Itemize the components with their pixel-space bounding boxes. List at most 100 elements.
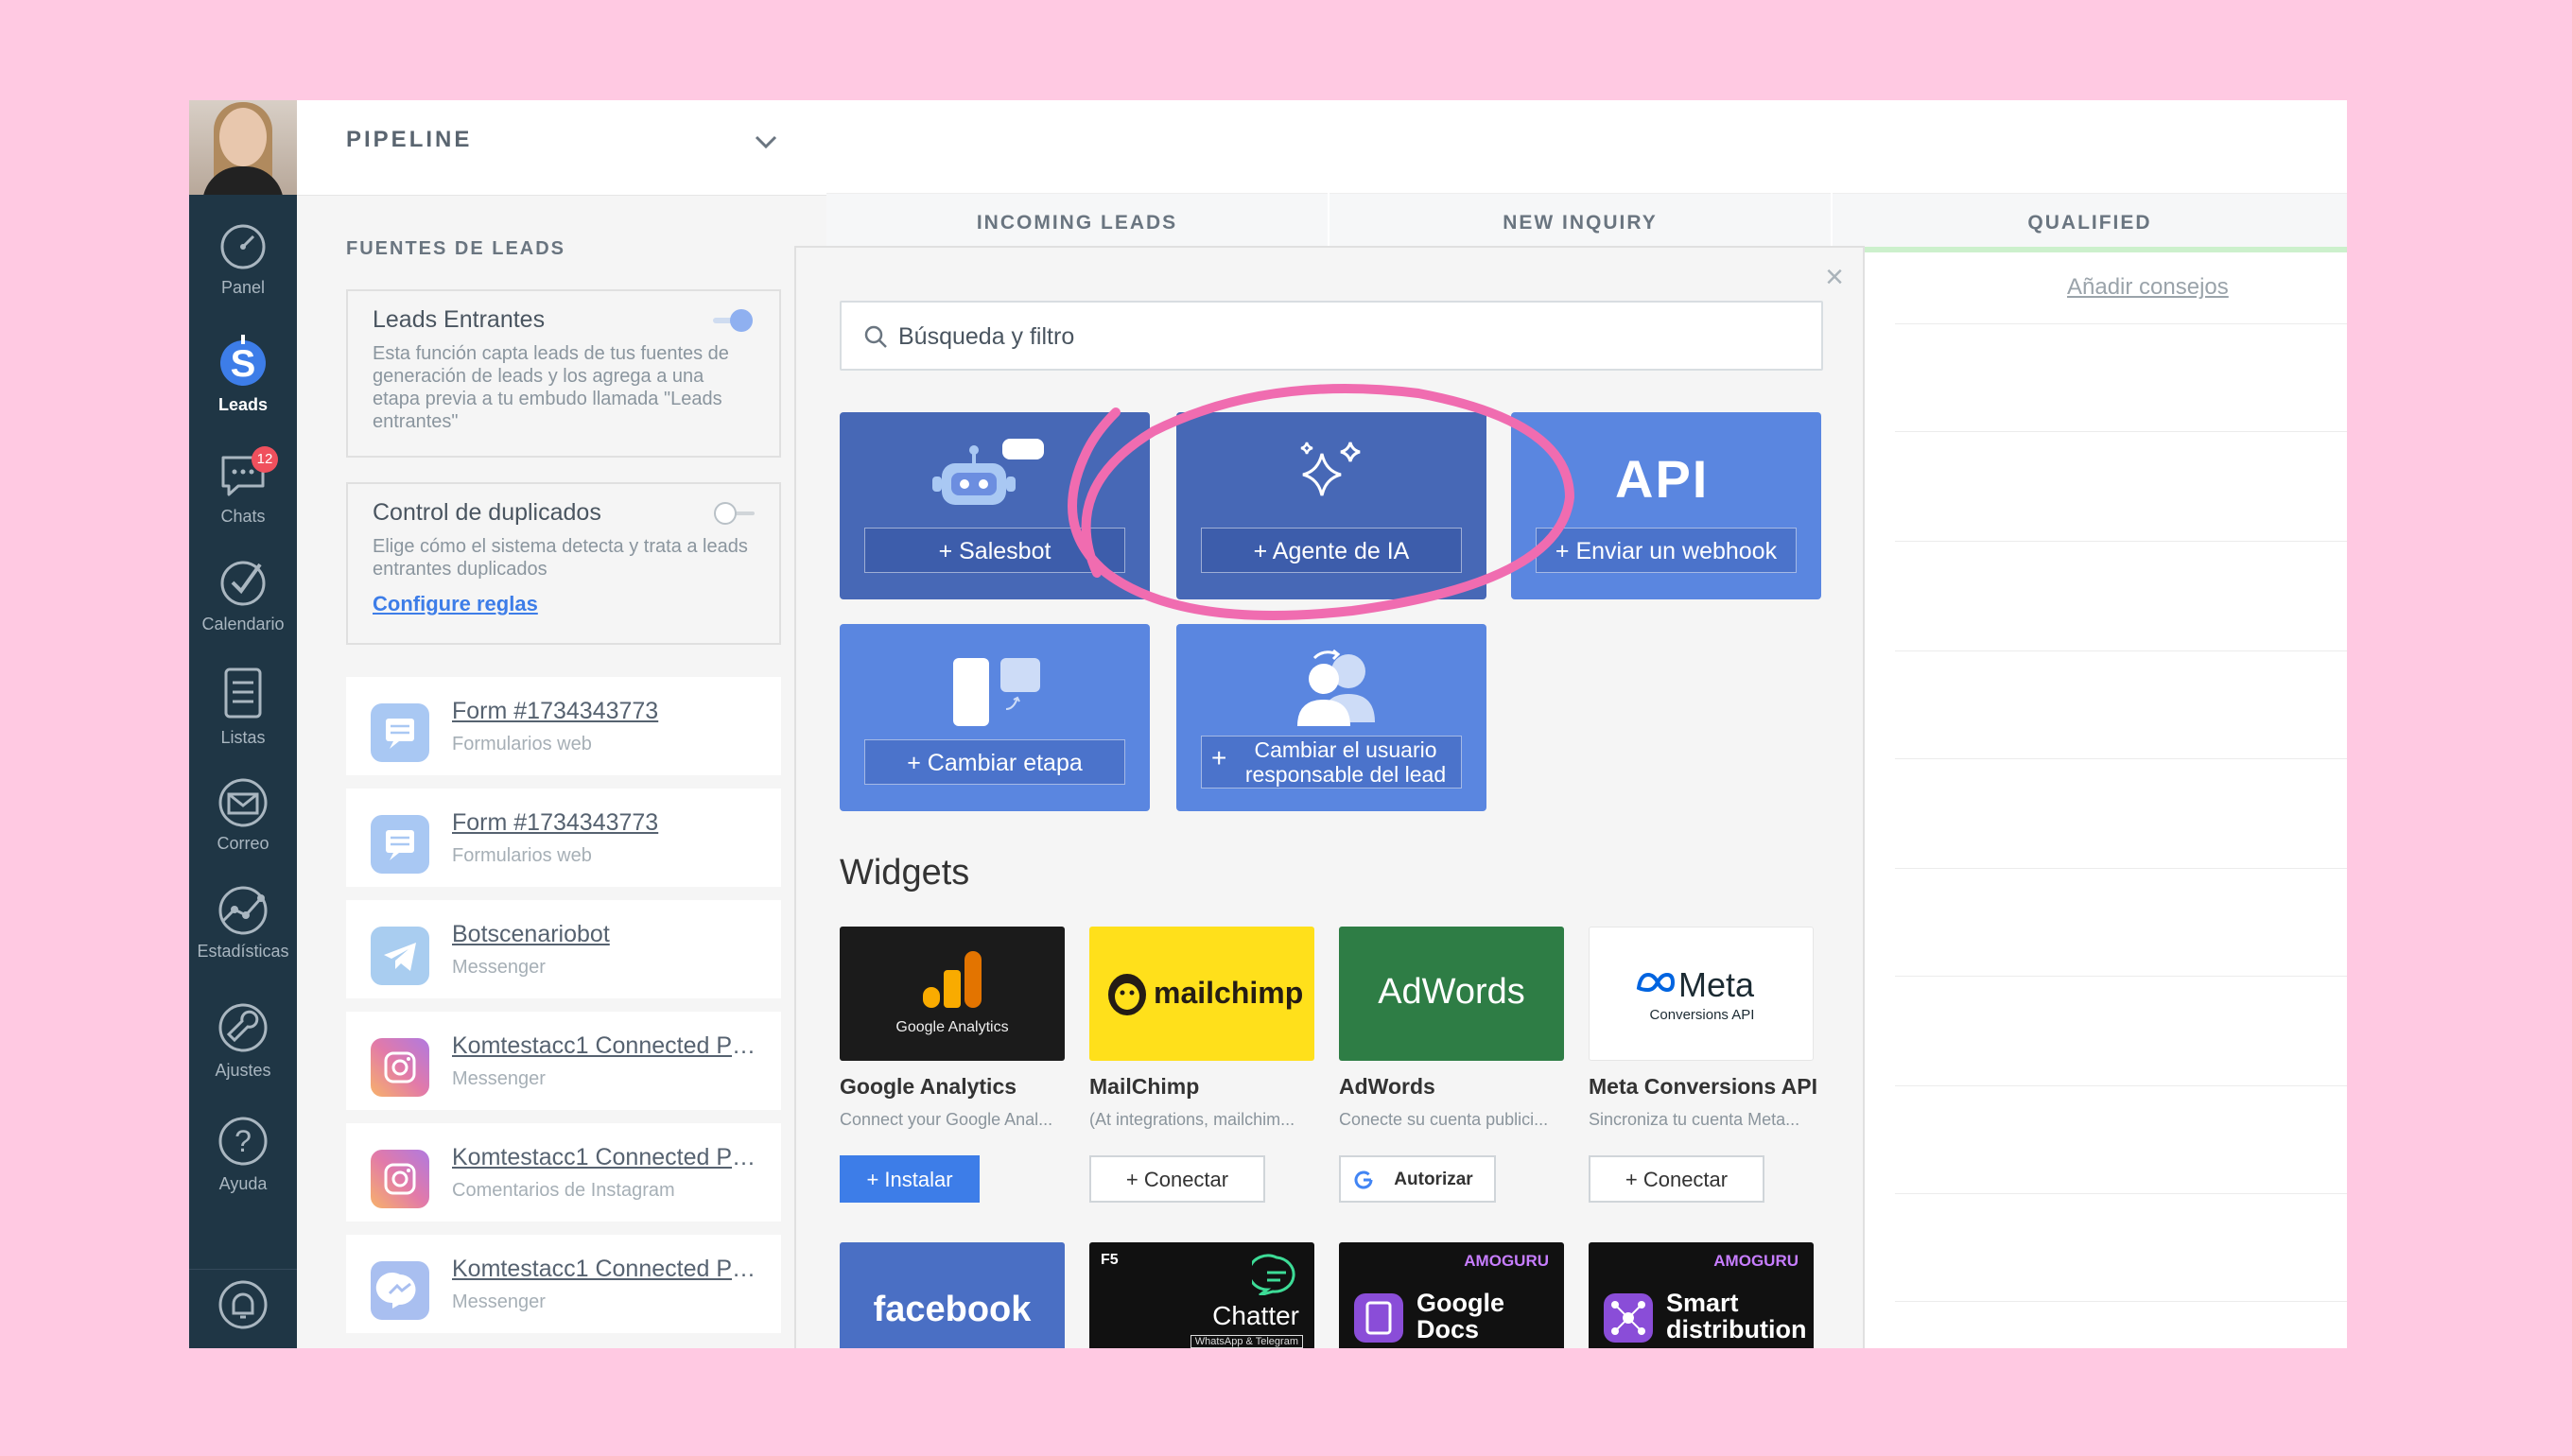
search-input[interactable]: Búsqueda y filtro [840, 301, 1823, 371]
chatter-logo[interactable]: F5 Chatter WhatsApp & Telegram [1089, 1242, 1314, 1348]
change-stage-tile[interactable]: + Cambiar etapa [840, 624, 1150, 811]
change-user-tile[interactable]: + Cambiar el usuario responsable del lea… [1176, 624, 1486, 811]
lead-source-sub: Messenger [452, 1291, 546, 1312]
mailchimp-logo-text: mailchimp [1154, 976, 1304, 1010]
lead-source[interactable]: Botscenariobot Messenger [346, 900, 781, 998]
widget-name: Google Analytics [840, 1074, 1017, 1099]
incoming-leads-desc: Esta función capta leads de tus fuentes … [373, 343, 729, 432]
api-icon: API [1615, 449, 1710, 509]
facebook-logo[interactable]: facebook [840, 1242, 1065, 1348]
adwords-logo[interactable]: AdWords [1339, 927, 1564, 1061]
incoming-leads-box: Leads Entrantes Esta función capta leads… [346, 289, 781, 458]
widget-name: Meta Conversions API [1589, 1074, 1817, 1099]
nav-label: Correo [217, 834, 269, 853]
lead-source-title[interactable]: Form #1734343773 [452, 809, 764, 837]
lead-source-title[interactable]: Komtestacc1 Connected Pa... [452, 1256, 764, 1283]
lead-source-sub: Comentarios de Instagram [452, 1180, 675, 1201]
duplicate-control-box: Control de duplicados Elige cómo el sist… [346, 482, 781, 645]
plus-icon: + [1211, 743, 1227, 772]
nav-label: Chats [220, 507, 266, 526]
connect-button[interactable]: + Conectar [1589, 1155, 1764, 1203]
docs-icon [1354, 1293, 1403, 1343]
meta-logo-text: Meta [1678, 965, 1755, 1004]
lead-source[interactable]: Komtestacc1 Connected Pa... Messenger [346, 1012, 781, 1110]
sidebar: Panel S Leads 12 Chats Calendario Listas… [189, 100, 297, 1348]
widget-desc: Sincroniza tu cuenta Meta... [1589, 1110, 1800, 1129]
pipeline-header[interactable]: PIPELINE [297, 100, 826, 196]
nav-label: Panel [220, 278, 266, 297]
lead-source[interactable]: Komtestacc1 Connected Pa... Messenger [346, 1235, 781, 1333]
nav-calendario[interactable]: Calendario [189, 554, 297, 634]
change-user-button[interactable]: + Cambiar el usuario responsable del lea… [1201, 736, 1462, 789]
lead-source-title[interactable]: Komtestacc1 Connected Pa... [452, 1032, 764, 1060]
column-header[interactable]: QUALIFIED [1833, 193, 2347, 252]
lead-source-title[interactable]: Komtestacc1 Connected Pa... [452, 1144, 764, 1171]
form-icon [371, 703, 429, 762]
chevron-down-icon[interactable] [753, 129, 779, 155]
nav-chats[interactable]: 12 Chats [189, 446, 297, 527]
lead-source[interactable]: Form #1734343773 Formularios web [346, 677, 781, 775]
network-icon [1604, 1293, 1653, 1343]
nav-estadisticas[interactable]: Estadísticas [189, 885, 297, 962]
pipeline-title: PIPELINE [346, 127, 473, 152]
add-tips-link[interactable]: Añadir consejos [2067, 274, 2229, 301]
lead-source-sub: Formularios web [452, 845, 592, 866]
nav-panel[interactable]: Panel [189, 221, 297, 298]
bell-icon [218, 1280, 268, 1329]
lead-source-sub: Formularios web [452, 734, 592, 754]
nav-leads[interactable]: S Leads [189, 333, 297, 415]
mail-icon [218, 778, 268, 827]
section-title: FUENTES DE LEADS [346, 238, 566, 259]
nav-ayuda[interactable]: ? Ayuda [189, 1114, 297, 1194]
chatter-sub: WhatsApp & Telegram [1190, 1335, 1303, 1348]
lead-source-title[interactable]: Form #1734343773 [452, 698, 764, 725]
notifications-button[interactable] [189, 1269, 297, 1338]
lead-source-sub: Messenger [452, 1068, 546, 1089]
widget-name: MailChimp [1089, 1074, 1200, 1099]
google-analytics-logo[interactable]: Google Analytics [840, 927, 1065, 1061]
column-header[interactable]: NEW INQUIRY [1329, 193, 1831, 252]
column-title: NEW INQUIRY [1503, 212, 1658, 234]
nav-label: Estadísticas [197, 942, 289, 961]
duplicate-control-title: Control de duplicados [373, 499, 601, 526]
avatar[interactable] [189, 100, 297, 195]
google-docs-logo[interactable]: AMOGURU Google Docs [1339, 1242, 1564, 1348]
incoming-leads-toggle[interactable] [713, 308, 755, 333]
stats-icon [218, 886, 268, 935]
install-button[interactable]: + Instalar [840, 1155, 980, 1203]
google-analytics-icon [923, 951, 982, 1008]
chat-bubble-icon [1252, 1254, 1295, 1295]
svg-text:?: ? [235, 1124, 252, 1158]
lead-source[interactable]: Komtestacc1 Connected Pa... Comentarios … [346, 1123, 781, 1222]
configure-rules-link[interactable]: Configure reglas [373, 592, 538, 616]
nav-ajustes[interactable]: Ajustes [189, 1000, 297, 1081]
facebook-logo-text: facebook [873, 1290, 1032, 1329]
leads-dollar-icon: S [220, 335, 266, 386]
connect-button[interactable]: + Conectar [1089, 1155, 1265, 1203]
dashboard-icon [220, 224, 266, 269]
nav-listas[interactable]: Listas [189, 664, 297, 748]
column-title: QUALIFIED [2027, 212, 2152, 234]
meta-logo-subtext: Conversions API [1649, 1007, 1755, 1023]
widget-desc: (At integrations, mailchim... [1089, 1110, 1295, 1129]
duplicate-control-toggle[interactable] [713, 501, 755, 526]
close-icon[interactable]: × [1825, 259, 1844, 296]
lead-source-title[interactable]: Botscenariobot [452, 921, 764, 948]
app-window: Panel S Leads 12 Chats Calendario Listas… [189, 100, 2347, 1348]
checkmark-icon [220, 561, 266, 606]
change-stage-button[interactable]: + Cambiar etapa [864, 739, 1125, 785]
search-placeholder: Búsqueda y filtro [898, 323, 1075, 350]
highlight-annotation [1068, 384, 1575, 620]
chat-badge: 12 [252, 446, 278, 473]
nav-correo[interactable]: Correo [189, 777, 297, 854]
amoguru-tag: AMOGURU [1713, 1252, 1799, 1270]
lead-source[interactable]: Form #1734343773 Formularios web [346, 789, 781, 887]
meta-logo[interactable]: Meta Conversions API [1589, 927, 1814, 1061]
mailchimp-logo[interactable]: mailchimp [1089, 927, 1314, 1061]
column-header[interactable]: INCOMING LEADS [826, 193, 1328, 252]
google-docs-logo-text: Google Docs [1416, 1289, 1504, 1343]
instagram-icon [371, 1150, 429, 1208]
smart-distribution-logo[interactable]: AMOGURU Smart distribution [1589, 1242, 1814, 1348]
pipeline-panel: PIPELINE FUENTES DE LEADS Leads Entrante… [297, 100, 826, 1348]
authorize-button[interactable]: Autorizar [1339, 1155, 1496, 1203]
